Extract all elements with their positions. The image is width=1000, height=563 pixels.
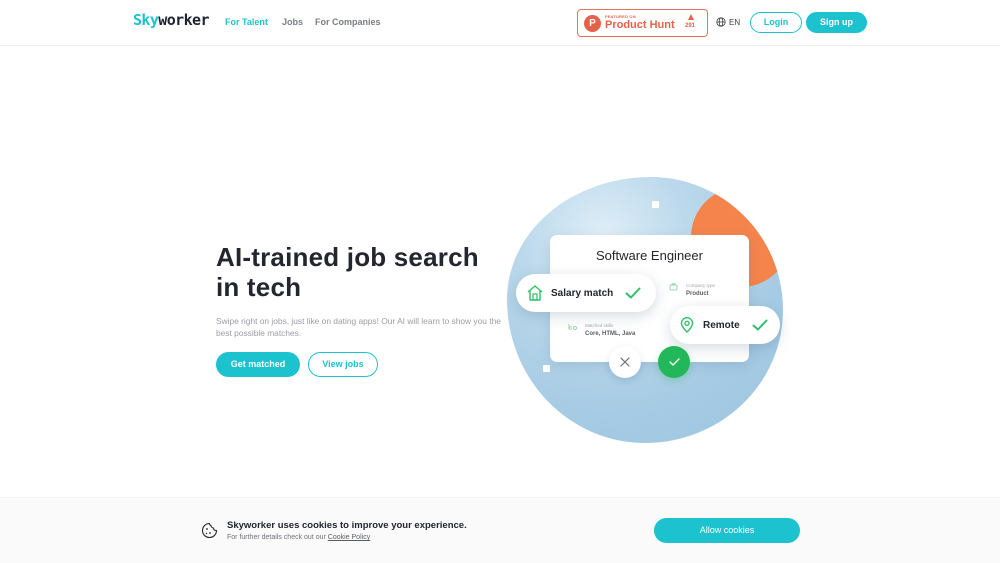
decor-dot (652, 201, 659, 208)
nav-link-for-talent[interactable]: For Talent (225, 17, 268, 27)
skills-icon (568, 324, 577, 330)
salary-match-label: Salary match (551, 287, 614, 299)
hero-illustration: Software Engineer Company type Product M… (500, 170, 800, 450)
logo-part-sky: Sky (133, 11, 159, 29)
cookie-subtitle-text: For further details check out our (227, 534, 326, 541)
check-icon (625, 287, 641, 299)
job-card-title: Software Engineer (596, 248, 703, 263)
reject-button[interactable] (609, 346, 641, 378)
briefcase-icon (669, 283, 678, 291)
company-type-value: Product (686, 291, 709, 297)
close-icon (620, 357, 630, 367)
skyworker-logo[interactable]: Skyworker (133, 11, 209, 29)
language-selector[interactable]: EN (716, 17, 740, 27)
cookie-subtitle: For further details check out our Cookie… (227, 534, 370, 541)
check-icon (668, 358, 680, 366)
top-navigation: Skyworker For Talent Jobs For Companies … (0, 0, 1000, 46)
matched-skills-label: Matched skills (585, 323, 614, 328)
signup-button[interactable]: Sign up (806, 12, 867, 33)
allow-cookies-button[interactable]: Allow cookies (654, 518, 800, 543)
upvote-count: 291 (685, 23, 696, 29)
matched-skills-value: Core, HTML, Java (585, 331, 636, 337)
login-button[interactable]: Login (750, 12, 802, 33)
cookie-icon (201, 522, 218, 539)
nav-link-for-companies[interactable]: For Companies (315, 17, 381, 27)
hero-subtitle: Swipe right on jobs, just like on dating… (216, 316, 501, 338)
house-icon (527, 285, 543, 301)
decor-dot (543, 365, 550, 372)
product-hunt-name: Product Hunt (605, 19, 675, 31)
remote-pill: Remote (670, 306, 780, 344)
cookie-banner (0, 497, 1000, 563)
remote-label: Remote (703, 319, 740, 331)
product-hunt-badge[interactable]: P FEATURED ON Product Hunt 291 (577, 9, 708, 37)
accept-button[interactable] (658, 346, 690, 378)
cookie-policy-link[interactable]: Cookie Policy (328, 534, 370, 541)
check-icon (752, 319, 768, 331)
cookie-title: Skyworker uses cookies to improve your e… (227, 520, 467, 531)
logo-part-worker: worker (158, 11, 209, 29)
salary-match-pill: Salary match (516, 274, 656, 312)
product-hunt-icon: P (584, 15, 601, 32)
language-code: EN (729, 17, 741, 27)
location-pin-icon (680, 317, 694, 333)
company-type-label: Company type (686, 283, 716, 288)
nav-link-jobs[interactable]: Jobs (282, 17, 303, 27)
hero-title: AI-trained job search in tech (216, 242, 479, 302)
upvote-arrow-icon (688, 14, 694, 20)
globe-icon (716, 17, 726, 27)
get-matched-button[interactable]: Get matched (216, 352, 300, 377)
view-jobs-button[interactable]: View jobs (308, 352, 378, 377)
